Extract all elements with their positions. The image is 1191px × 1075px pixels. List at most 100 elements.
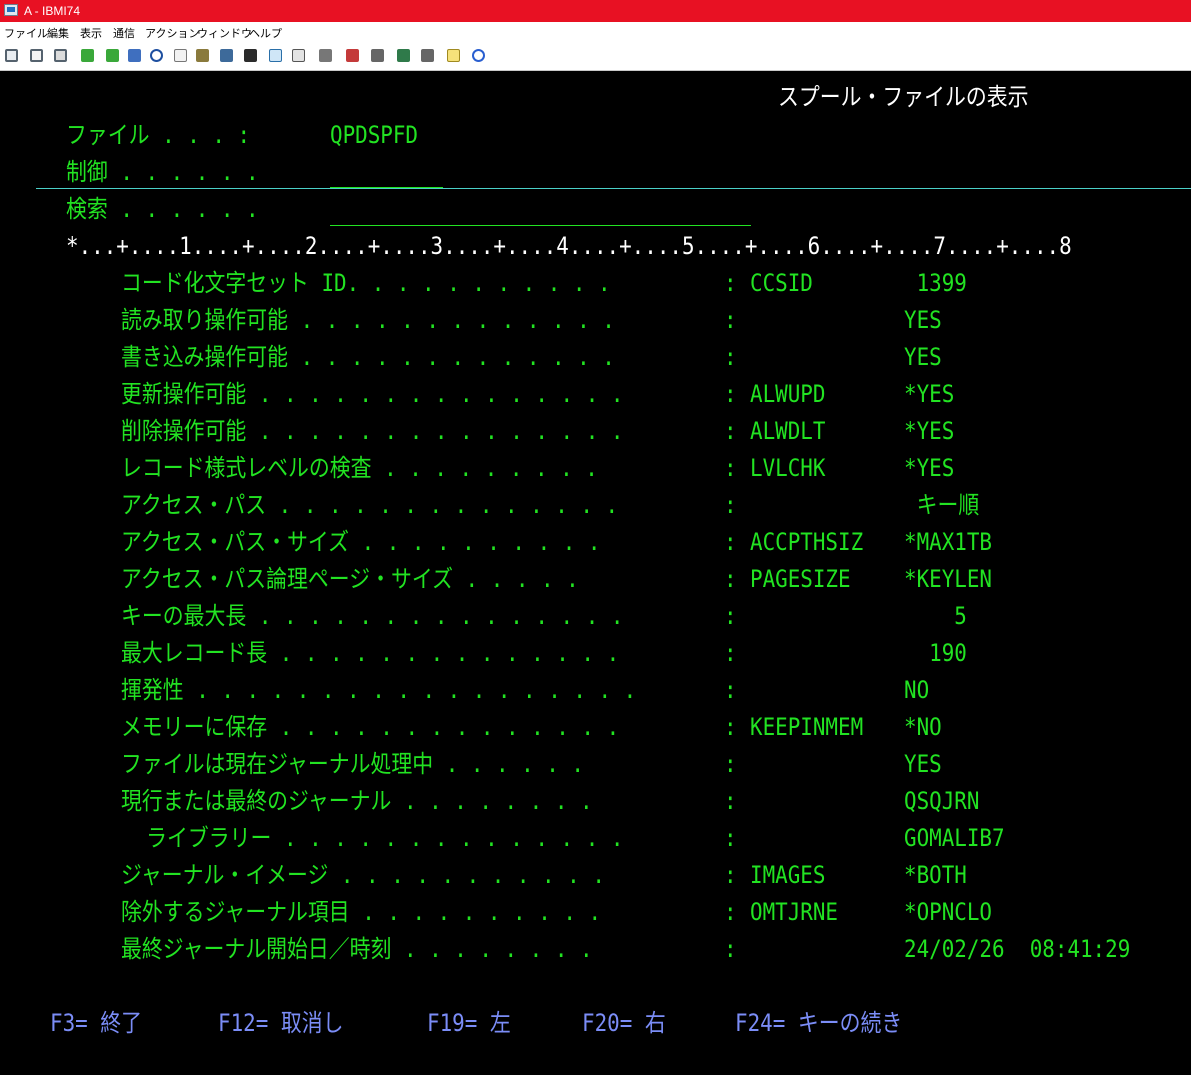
row-value: *YES (904, 380, 955, 408)
row-label: アクセス・パス . . . . . . . . . . . . . . (121, 491, 619, 519)
row-label: 更新操作可能 . . . . . . . . . . . . . . . (121, 380, 624, 408)
row-value: NO (904, 676, 930, 704)
row-value: *YES (904, 417, 955, 445)
row-sep: : (724, 861, 737, 889)
row-label: ファイルは現在ジャーナル処理中 . . . . . . (121, 750, 585, 778)
menu-window[interactable]: ウィンドウ (197, 25, 252, 41)
menu-bar: ファイル 編集 表示 通信 アクション ウィンドウ ヘルプ (0, 22, 1191, 42)
row-label: レコード様式レベルの検査 . . . . . . . . . (121, 454, 598, 482)
row-keyword: ALWUPD (750, 380, 826, 408)
row-keyword: ACCPTHSIZ (750, 528, 864, 556)
f24-more-keys[interactable]: F24= キーの続き (735, 1011, 902, 1035)
screen-title: スプール・ファイルの表示 (778, 83, 1029, 111)
row-value: 190 (904, 639, 967, 667)
row-value: *OPNCLO (904, 898, 993, 926)
help-icon[interactable] (472, 49, 485, 62)
macro-icon[interactable] (174, 49, 187, 62)
row-label: 現行または最終のジャーナル . . . . . . . . (121, 787, 593, 815)
row-keyword: ALWDLT (750, 417, 826, 445)
keypad-icon[interactable] (292, 49, 305, 62)
row-value: *BOTH (904, 861, 967, 889)
notes-icon[interactable] (447, 49, 460, 62)
f19-left-key[interactable]: F19= 左 (427, 1011, 511, 1035)
menu-edit[interactable]: 編集 (47, 25, 69, 41)
row-label: ライブラリー . . . . . . . . . . . . . . (121, 824, 624, 852)
row-sep: : (724, 565, 737, 593)
hotspot-icon[interactable] (319, 49, 332, 62)
f12-cancel-key[interactable]: F12= 取消し (218, 1011, 343, 1035)
row-sep: : (724, 639, 737, 667)
row-value: QSQJRN (904, 787, 980, 815)
row-value: *KEYLEN (904, 565, 993, 593)
palette-icon[interactable] (220, 49, 233, 62)
row-label: アクセス・パス論理ページ・サイズ . . . . . (121, 565, 579, 593)
row-label: ジャーナル・イメージ . . . . . . . . . . . (121, 861, 605, 889)
row-sep: : (724, 269, 737, 297)
row-label: 最終ジャーナル開始日／時刻 . . . . . . . . (121, 935, 593, 963)
menu-view[interactable]: 表示 (80, 25, 102, 41)
row-value: YES (904, 343, 942, 371)
window-title: A - IBMI74 (24, 4, 81, 18)
menu-file[interactable]: ファイル (4, 25, 48, 41)
row-sep: : (724, 380, 737, 408)
row-sep: : (724, 454, 737, 482)
row-value: 24/02/26 08:41:29 (904, 935, 1131, 963)
display-icon[interactable] (244, 49, 257, 62)
row-keyword: PAGESIZE (750, 565, 851, 593)
search-label: 検索 . . . . . . (66, 195, 259, 223)
terminal-screen: スプール・ファイルの表示 ファイル . . . : QPDSPFD 制御 . .… (0, 71, 1191, 1075)
row-label: 書き込み操作可能 . . . . . . . . . . . . . (121, 343, 615, 371)
record-icon[interactable] (346, 49, 359, 62)
receive-file-icon[interactable] (106, 49, 119, 62)
row-keyword: IMAGES (750, 861, 826, 889)
menu-communication[interactable]: 通信 (113, 25, 135, 41)
box-icon[interactable] (196, 49, 209, 62)
pause-icon[interactable] (421, 49, 434, 62)
row-label: メモリーに保存 . . . . . . . . . . . . . . (121, 713, 620, 741)
mail-icon[interactable] (269, 49, 282, 62)
save-icon[interactable] (128, 49, 141, 62)
row-sep: : (724, 935, 737, 963)
file-label: ファイル . . . : (66, 121, 251, 149)
row-value: YES (904, 306, 942, 334)
row-label: 除外するジャーナル項目 . . . . . . . . . . (121, 898, 602, 926)
row-value: *YES (904, 454, 955, 482)
row-label: コード化文字セット ID. . . . . . . . . . . (121, 269, 611, 297)
menu-help[interactable]: ヘルプ (249, 25, 282, 41)
f20-right-key[interactable]: F20= 右 (582, 1011, 666, 1035)
stop-icon[interactable] (371, 49, 384, 62)
compass-icon[interactable] (150, 49, 163, 62)
row-keyword: KEEPINMEM (750, 713, 864, 741)
row-sep: : (724, 787, 737, 815)
row-value: *NO (904, 713, 942, 741)
row-sep: : (724, 528, 737, 556)
control-label: 制御 . . . . . . (66, 158, 259, 186)
play-icon[interactable] (397, 49, 410, 62)
row-value: YES (904, 750, 942, 778)
menu-action[interactable]: アクション (145, 25, 199, 41)
window-titlebar: A - IBMI74 (0, 0, 1191, 22)
row-sep: : (724, 824, 737, 852)
row-label: 削除操作可能 . . . . . . . . . . . . . . . (121, 417, 624, 445)
send-file-icon[interactable] (81, 49, 94, 62)
row-value: キー順 (904, 491, 980, 519)
f3-exit-key[interactable]: F3= 終了 (50, 1011, 142, 1035)
row-value: 1399 (904, 269, 967, 297)
copy-icon[interactable] (5, 49, 18, 62)
row-value: 5 (904, 602, 967, 630)
row-label: キーの最大長 . . . . . . . . . . . . . . . (121, 602, 624, 630)
paste-icon[interactable] (30, 49, 43, 62)
row-sep: : (724, 898, 737, 926)
row-sep: : (724, 750, 737, 778)
print-icon[interactable] (54, 49, 67, 62)
search-input[interactable] (330, 225, 751, 226)
row-label: アクセス・パス・サイズ . . . . . . . . . . (121, 528, 601, 556)
header-separator (36, 188, 1191, 189)
toolbar (0, 42, 1191, 71)
row-sep: : (724, 676, 737, 704)
row-keyword: OMTJRNE (750, 898, 839, 926)
row-label: 揮発性 . . . . . . . . . . . . . . . . . . (121, 676, 637, 704)
row-sep: : (724, 343, 737, 371)
row-label: 読み取り操作可能 . . . . . . . . . . . . . (121, 306, 615, 334)
row-sep: : (724, 602, 737, 630)
